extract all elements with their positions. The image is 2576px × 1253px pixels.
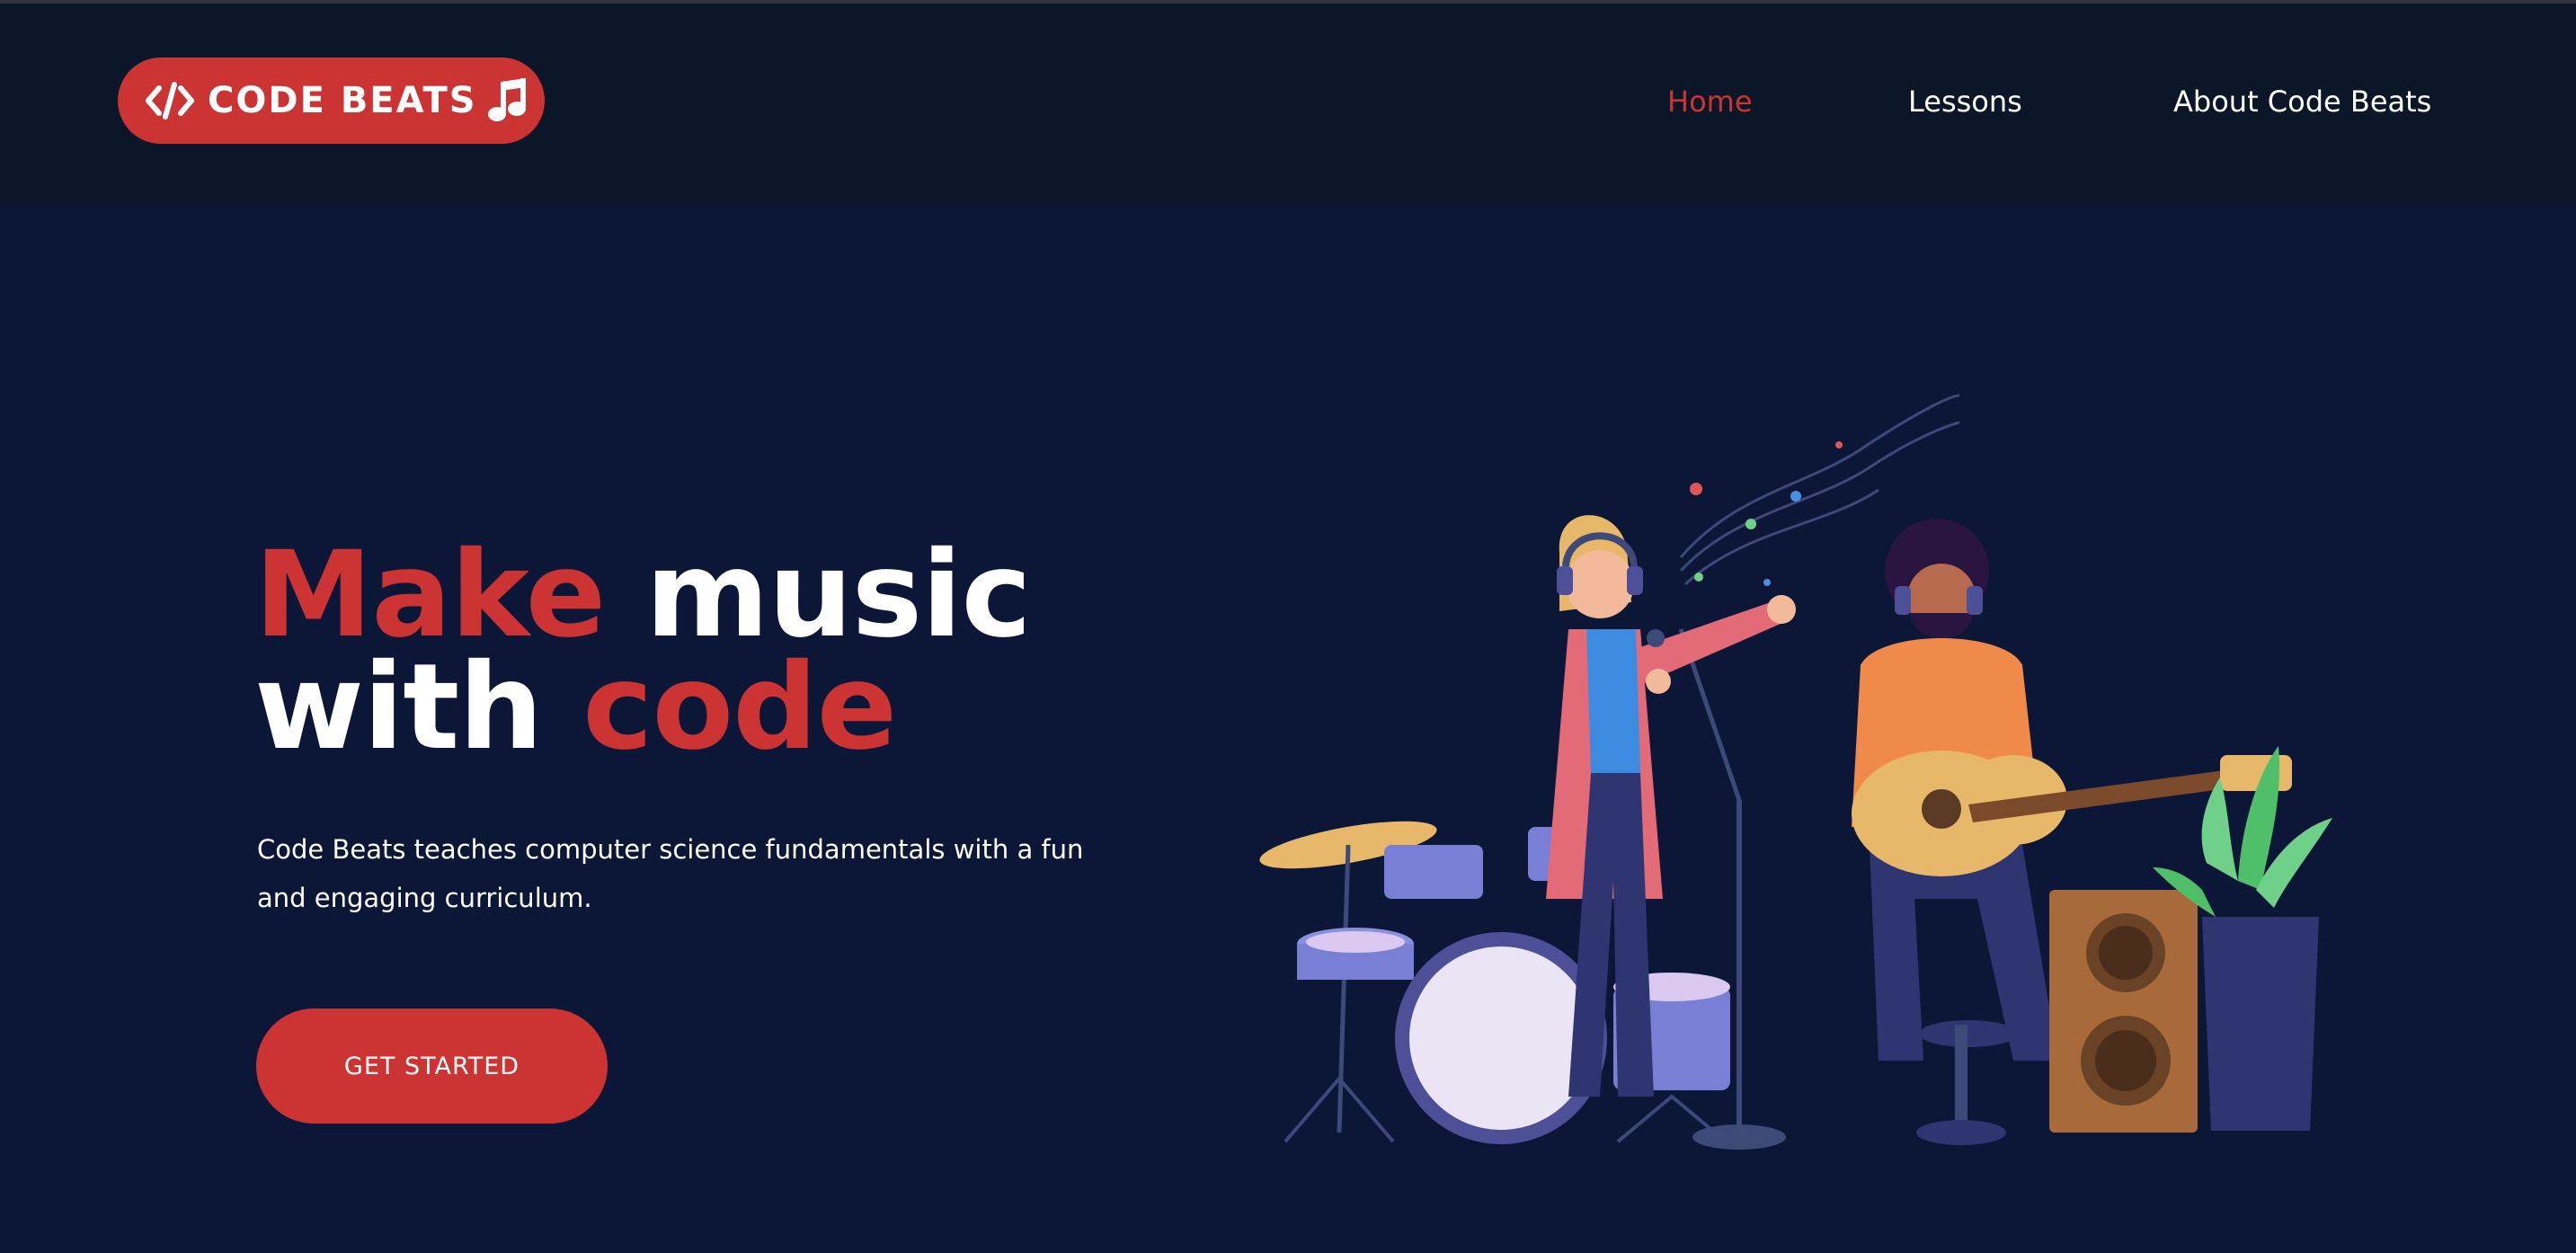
nav-home[interactable]: Home (1667, 84, 1753, 119)
logo-text: CODE BEATS (208, 80, 477, 121)
hero-subtitle: Code Beats teaches computer science fund… (257, 834, 1084, 913)
nav-about[interactable]: About Code Beats (2173, 84, 2431, 119)
navbar: CODE BEATS Home Lessons About Code Beats (0, 4, 2576, 205)
music-note-icon (487, 78, 526, 121)
code-beats-logo[interactable]: CODE BEATS (118, 58, 545, 144)
code-brackets-icon (146, 82, 194, 120)
hero-title: Make music with code (254, 536, 1032, 767)
nav-lessons[interactable]: Lessons (1908, 84, 2022, 119)
musicians-illustration (1259, 394, 2332, 1150)
get-started-button[interactable]: GET STARTED (256, 1009, 608, 1124)
hero-title-word-code: code (582, 638, 897, 777)
hero-title-word-with: with (254, 638, 543, 777)
